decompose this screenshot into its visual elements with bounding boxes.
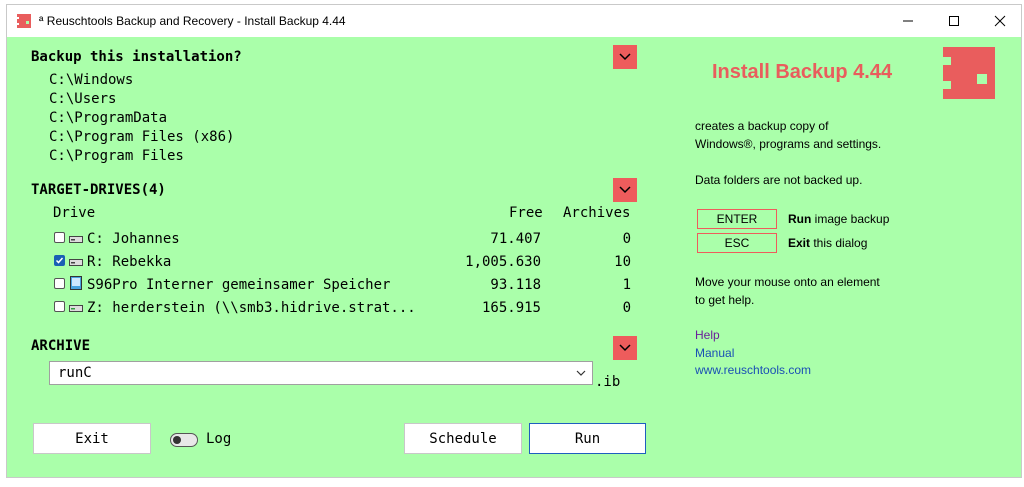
chevron-down-icon xyxy=(619,186,631,194)
log-label: Log xyxy=(206,431,232,447)
network-drive-icon xyxy=(69,305,83,312)
backup-header: Backup this installation? xyxy=(31,49,242,65)
app-window: ª Reuschtools Backup and Recovery - Inst… xyxy=(6,4,1022,478)
archive-name-combobox[interactable]: runC xyxy=(49,361,593,385)
target-collapse-button[interactable] xyxy=(613,178,637,202)
drive-free: 165.915 xyxy=(481,300,541,316)
help-hint-line: Move your mouse onto an element xyxy=(695,275,880,289)
run-button[interactable]: Run xyxy=(529,423,646,454)
drive-archives: 0 xyxy=(622,300,631,316)
minimize-icon xyxy=(903,20,913,22)
schedule-button[interactable]: Schedule xyxy=(404,423,522,454)
minimize-button[interactable] xyxy=(885,5,931,37)
esc-key-description: Exit this dialog xyxy=(788,234,867,252)
archive-name-value: runC xyxy=(58,365,92,381)
drive-checkbox[interactable] xyxy=(54,301,65,312)
help-hint-line: to get help. xyxy=(695,293,755,307)
column-header-drive: Drive xyxy=(53,205,96,221)
drive-name: C: Johannes xyxy=(87,231,180,247)
backup-collapse-button[interactable] xyxy=(613,45,637,69)
drive-checkbox[interactable] xyxy=(54,278,65,289)
enter-action-text: image backup xyxy=(811,212,890,226)
toggle-knob xyxy=(173,436,181,444)
log-toggle[interactable] xyxy=(170,433,198,447)
close-button[interactable] xyxy=(977,5,1023,37)
window-title: ª Reuschtools Backup and Recovery - Inst… xyxy=(39,14,346,28)
data-folders-note: Data folders are not backed up. xyxy=(695,173,863,187)
app-logo-icon xyxy=(17,14,31,28)
drive-name: S96Pro Interner gemeinsamer Speicher xyxy=(87,277,391,293)
backup-path: C:\ProgramData xyxy=(49,110,168,126)
drive-name: R: Rebekka xyxy=(87,254,172,270)
chevron-down-icon[interactable] xyxy=(576,370,586,377)
drive-archives: 1 xyxy=(622,277,631,293)
drive-archives: 0 xyxy=(622,231,631,247)
side-heading: Install Backup 4.44 xyxy=(712,61,893,83)
enter-key-label: ENTER xyxy=(697,209,777,229)
backup-path: C:\Windows xyxy=(49,72,134,88)
reuschtools-logo xyxy=(943,47,995,99)
title-bar: ª Reuschtools Backup and Recovery - Inst… xyxy=(7,5,1021,37)
drive-name: Z: herderstein (\\smb3.hidrive.strat... xyxy=(87,300,416,316)
backup-path: C:\Users xyxy=(49,91,117,107)
hard-drive-icon xyxy=(69,236,83,243)
esc-key-label: ESC xyxy=(697,233,777,253)
backup-path: C:\Program Files xyxy=(49,148,184,164)
drive-archives: 10 xyxy=(614,254,631,270)
checkmark-icon xyxy=(55,257,64,264)
chevron-down-icon xyxy=(619,53,631,61)
archive-extension: .ib xyxy=(595,374,621,390)
description-line: creates a backup copy of xyxy=(695,119,829,133)
enter-key-description: Run image backup xyxy=(788,210,889,228)
archive-collapse-button[interactable] xyxy=(613,336,637,360)
drive-checkbox[interactable] xyxy=(54,255,65,266)
description-line: Windows®, programs and settings. xyxy=(695,137,882,151)
device-storage-icon xyxy=(70,276,82,290)
drive-free: 71.407 xyxy=(490,231,541,247)
target-drives-header: TARGET-DRIVES(4) xyxy=(31,182,166,198)
maximize-button[interactable] xyxy=(931,5,977,37)
enter-action: Run xyxy=(788,212,812,226)
website-link[interactable]: www.reuschtools.com xyxy=(695,363,811,377)
esc-action: Exit xyxy=(788,236,811,250)
exit-button[interactable]: Exit xyxy=(33,423,151,454)
drive-checkbox[interactable] xyxy=(54,232,65,243)
help-link[interactable]: Help xyxy=(695,328,720,342)
backup-path: C:\Program Files (x86) xyxy=(49,129,235,145)
hard-drive-icon xyxy=(69,259,83,266)
column-header-archives: Archives xyxy=(563,205,631,221)
manual-link[interactable]: Manual xyxy=(695,346,734,360)
drive-free: 1,005.630 xyxy=(465,254,541,270)
close-icon xyxy=(994,15,1006,27)
maximize-icon xyxy=(949,16,959,26)
drive-free: 93.118 xyxy=(490,277,541,293)
esc-action-text: this dialog xyxy=(810,236,868,250)
chevron-down-icon xyxy=(619,344,631,352)
column-header-free: Free xyxy=(509,205,543,221)
archive-header: ARCHIVE xyxy=(31,338,91,354)
